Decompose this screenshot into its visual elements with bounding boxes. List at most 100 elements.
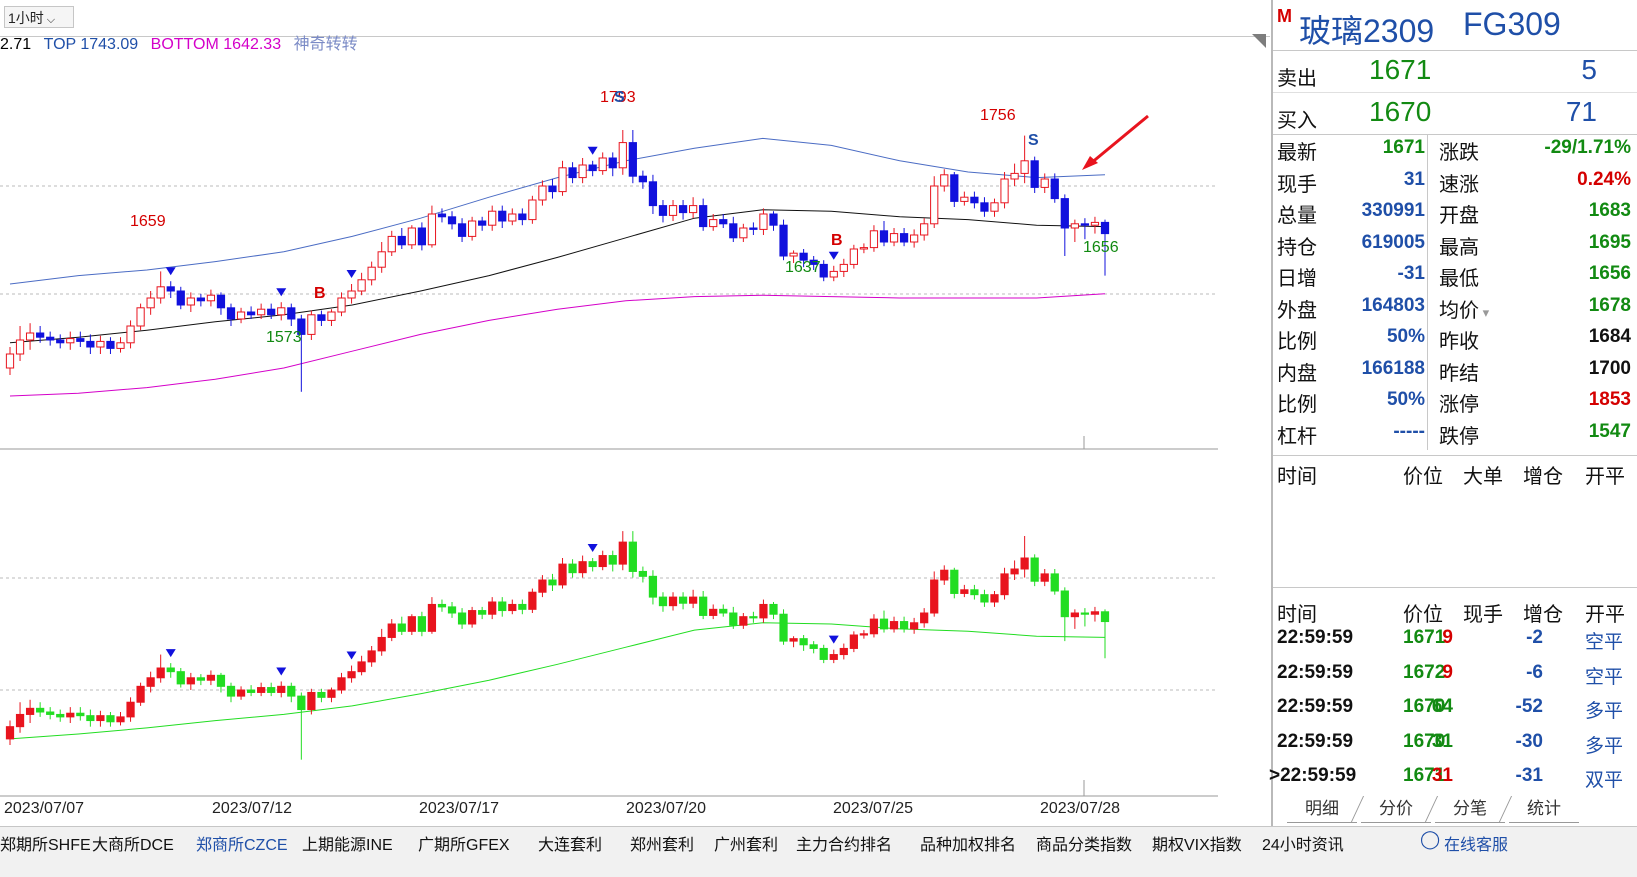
tick-type: 空平 [1585,666,1624,688]
candle-body [307,691,316,711]
candle-body [15,339,25,355]
status-link[interactable]: 品种加权排名 [920,831,1016,855]
candle-body [488,210,497,226]
signal-marker-icon [587,146,598,155]
candle-body [789,252,798,257]
candle-body [588,561,597,568]
candle-body [869,230,879,249]
status-link[interactable]: 上期能源INE [302,831,393,855]
col-oi: 增仓 [1523,466,1563,488]
status-link[interactable]: 大连套利 [538,831,602,855]
tick-time: >22:59:59 [1269,765,1357,786]
candle-body [166,667,175,673]
tab-price-dist[interactable]: 分价 [1361,796,1431,823]
tick-row[interactable]: 22:59:59 1670 31 -30 多平 [1273,726,1637,760]
candle-body [789,638,798,642]
candle-body [940,174,949,187]
candle-body [568,167,577,179]
x-axis-label: 2023/07/20 [626,800,707,817]
stat-label: 均价 ▾ [1439,299,1490,322]
status-link[interactable]: 郑州套利 [630,831,694,855]
status-link[interactable]: 期权VIX指数 [1152,831,1242,855]
x-axis-label: 2023/07/07 [4,800,85,817]
candle-body [1020,160,1029,174]
candle-body [980,202,989,212]
stat-label: 最高 [1439,236,1479,259]
chart-area[interactable]: 1小时 ⌵ 2.71 TOP 1743.09 BOTTOM 1642.33 神奇转… [0,0,1270,876]
candle-body [116,342,125,349]
status-link[interactable]: 24小时资讯 [1262,831,1344,855]
candle-body [447,606,457,614]
status-link[interactable]: 广期所GFEX [418,831,510,855]
stat-value: 1684 [1588,326,1631,347]
ask-volume: 5 [1581,54,1597,85]
candle-body [578,164,587,179]
tab-stats[interactable]: 统计 [1509,796,1579,823]
candle-body [699,596,708,616]
candle-body [528,199,537,221]
candle-body [910,234,919,243]
status-link[interactable]: 郑期所SHFE [0,831,91,855]
quote-panel: M 玻璃2309 FG309 卖出 1671 5 买入 1670 71 最新 16… [1269,0,1637,876]
candle-body [427,213,437,246]
stat-row: 比例 50% 昨收 1684 [1273,323,1637,354]
candle-body [447,216,457,225]
candle-body [116,716,125,723]
candle-body [1100,221,1110,235]
candlestick-chart[interactable]: 1659 1573 1793 1637 1756 1656 B B S S [0,0,1270,876]
candle-body [779,613,788,642]
tick-type: 空平 [1585,632,1624,653]
status-link[interactable]: 大商所DCE [92,831,174,855]
candle-body [739,227,748,239]
status-link[interactable]: 广州套利 [714,831,778,855]
candle-body [226,307,236,320]
candle-body [839,647,848,656]
candle-body [1080,223,1090,226]
tick-type: 双平 [1585,770,1624,791]
status-link[interactable]: 商品分类指数 [1036,831,1132,855]
tick-price: 1672 [1403,661,1446,683]
candle-body [638,570,648,577]
signal-marker-icon [346,651,357,660]
status-link[interactable]: 郑商所CZCE [196,831,288,855]
tick-row[interactable]: 22:59:59 1670 64 -52 多平 [1273,691,1637,725]
candle-body [317,691,326,698]
candle-body [1090,221,1100,226]
candle-body [899,233,909,243]
ask-row[interactable]: 卖出 1671 5 [1273,50,1637,93]
candle-body [156,286,165,299]
candle-body [1050,178,1059,200]
candle-body [859,247,869,250]
trail-stop-line [9,622,1106,740]
candle-body [417,227,426,246]
tab-detail[interactable]: 明细 [1287,796,1357,823]
candle-body [206,294,216,302]
bid-row[interactable]: 买入 1670 71 [1273,92,1637,135]
candle-body [337,297,346,313]
support-icon[interactable]: ◯ [1420,829,1440,850]
stat-label: 现手 [1277,173,1317,196]
status-link[interactable]: 在线客服 [1444,831,1508,855]
candle-body [277,307,286,316]
candle-body [347,290,356,299]
candle-body [950,569,959,594]
candle-body [437,213,447,218]
candle-body [990,594,999,603]
status-link[interactable]: 主力合约排名 [796,831,892,855]
candle-body [678,596,688,604]
candle-body [66,338,75,344]
tick-row[interactable]: 22:59:59 1671 9 -2 空平 [1273,622,1637,656]
candle-body [186,297,195,306]
candle-body [46,711,55,715]
candle-body [397,235,406,246]
price-annotation: 1756 [980,107,1016,124]
candle-body [638,175,648,183]
stat-value: 164803 [1361,294,1425,316]
signal-marker-icon [276,667,287,676]
candle-body [648,181,658,207]
price-annotation: 1659 [130,213,166,230]
dropdown-icon[interactable]: ▾ [1479,305,1490,320]
tab-ticks[interactable]: 分笔 [1435,796,1505,823]
tick-row[interactable]: >22:59:59 1671 31 -31 双平 [1269,760,1637,794]
tick-row[interactable]: 22:59:59 1672 9 -6 空平 [1273,657,1637,691]
